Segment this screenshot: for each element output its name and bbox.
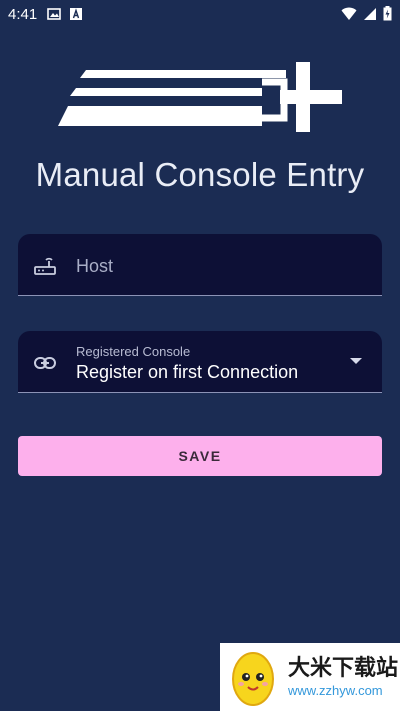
- watermark-title: 大米下载站: [288, 655, 399, 680]
- dropdown-arrow-icon[interactable]: [350, 358, 362, 364]
- page-title: Manual Console Entry: [35, 156, 365, 193]
- battery-icon: [383, 6, 392, 25]
- host-placeholder: Host: [76, 256, 114, 276]
- link-icon: [34, 353, 56, 373]
- image-notification-icon: [47, 7, 62, 21]
- status-bar: 4:41: [0, 0, 400, 28]
- status-time: 4:41: [8, 5, 38, 23]
- a-notification-icon: [69, 7, 83, 21]
- watermark-url: www.zzhyw.com: [288, 683, 383, 698]
- app-logo: [58, 60, 344, 132]
- save-button[interactable]: SAVE: [18, 436, 382, 476]
- registered-console-select[interactable]: Registered Console Register on first Con…: [18, 331, 382, 393]
- wifi-icon: [341, 7, 357, 25]
- signal-icon: [363, 7, 377, 25]
- registered-console-label: Registered Console: [76, 344, 191, 359]
- host-input[interactable]: Host: [18, 234, 382, 296]
- registered-console-value: Register on first Connection: [76, 362, 299, 382]
- router-icon: [34, 256, 56, 276]
- egg-mascot-icon: [228, 647, 278, 707]
- watermark-logo: 大米下载站 www.zzhyw.com: [220, 643, 400, 711]
